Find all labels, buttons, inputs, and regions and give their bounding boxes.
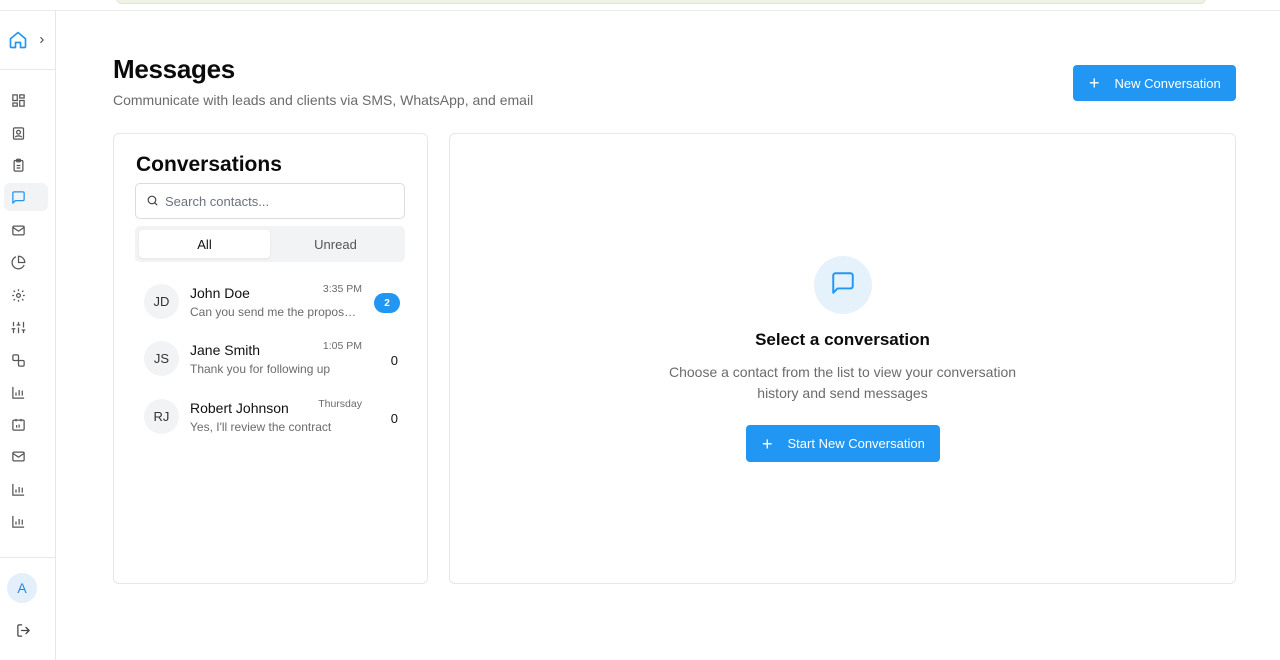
sidebar-item-controls[interactable] [4,313,48,341]
search-input[interactable] [165,193,385,209]
logout-button[interactable] [16,623,31,642]
sidebar-item-inbox[interactable] [4,442,48,470]
tab-all[interactable]: All [139,230,270,258]
search-box[interactable] [135,183,405,219]
unread-count: 0 [390,352,398,368]
message-time: Thursday [318,398,362,410]
message-preview: Yes, I'll review the contract [190,420,332,434]
conversation-detail-panel: Select a conversation Choose a contact f… [449,133,1236,584]
message-time: 3:35 PM [322,283,362,295]
contact-avatar: JS [144,341,179,376]
bar-chart-icon [11,514,26,529]
sidebar-item-messages[interactable] [4,183,48,211]
conversations-title: Conversations [136,153,282,176]
user-avatar[interactable]: A [7,573,37,603]
contact-name: Jane Smith [190,342,261,358]
empty-state-description: Choose a contact from the list to view y… [668,364,1017,401]
page-subtitle: Communicate with leads and clients via S… [113,92,534,108]
integrations-icon [11,353,26,368]
new-conversation-button[interactable]: + New Conversation [1073,65,1236,101]
settings-icon [11,288,26,303]
sidebar-item-reports[interactable] [4,378,48,406]
conversation-filter-tabs: All Unread [135,226,405,262]
sidebar-item-insights[interactable] [4,507,48,535]
home-icon[interactable] [8,30,28,50]
sidebar-item-dashboard[interactable] [4,86,48,114]
start-new-conversation-label: Start New Conversation [787,436,925,451]
contacts-icon [11,126,26,141]
conversation-item[interactable]: JD John Doe Can you send me the proposal… [142,283,402,331]
sidebar-divider [0,69,55,70]
new-conversation-label: New Conversation [1114,75,1221,91]
contact-avatar: RJ [144,399,179,434]
pie-chart-icon [11,255,26,270]
unread-count: 0 [390,410,398,426]
search-icon [146,192,159,211]
sidebar-divider [0,557,55,558]
sliders-icon [11,320,26,335]
page-title: Messages [113,54,235,84]
empty-state-title: Select a conversation [755,330,930,349]
contact-name: Robert Johnson [190,400,289,416]
sidebar-item-analytics[interactable] [4,248,48,276]
sidebar-item-contacts[interactable] [4,119,48,147]
message-icon [11,190,26,205]
browser-top-strip [0,0,1280,11]
bar-chart-icon [11,385,26,400]
bar-chart-icon [11,482,26,497]
conversation-item[interactable]: RJ Robert Johnson Yes, I'll review the c… [142,398,402,446]
sidebar-item-calendar[interactable] [4,410,48,438]
clipboard-icon [11,158,26,173]
message-preview: Thank you for following up [190,362,331,376]
sidebar-home[interactable] [8,29,48,51]
top-strip-pill [116,0,1206,4]
message-preview: Can you send me the proposal? [190,305,360,319]
empty-state-icon-wrapper [814,256,872,314]
chevron-right-icon[interactable] [37,35,47,45]
unread-badge: 2 [374,293,400,313]
calendar-icon [11,417,26,432]
mail-icon [11,449,26,464]
sidebar-item-integrations[interactable] [4,346,48,374]
logout-icon[interactable] [16,623,31,642]
plus-icon: + [1089,73,1100,93]
plus-icon: + [762,433,773,454]
message-icon [830,270,856,300]
contact-name: John Doe [190,285,250,301]
sidebar-item-email[interactable] [4,216,48,244]
start-new-conversation-button[interactable]: + Start New Conversation [746,425,940,462]
dashboard-icon [11,93,26,108]
sidebar-item-tasks[interactable] [4,151,48,179]
conversations-panel: Conversations All Unread JD John Doe Can… [113,133,428,584]
sidebar: A [0,11,56,660]
mail-icon [11,223,26,238]
sidebar-item-stats[interactable] [4,475,48,503]
sidebar-item-settings[interactable] [4,281,48,309]
conversation-item[interactable]: JS Jane Smith Thank you for following up… [142,340,402,388]
contact-avatar: JD [144,284,179,319]
tab-unread[interactable]: Unread [270,230,401,258]
message-time: 1:05 PM [322,340,362,352]
